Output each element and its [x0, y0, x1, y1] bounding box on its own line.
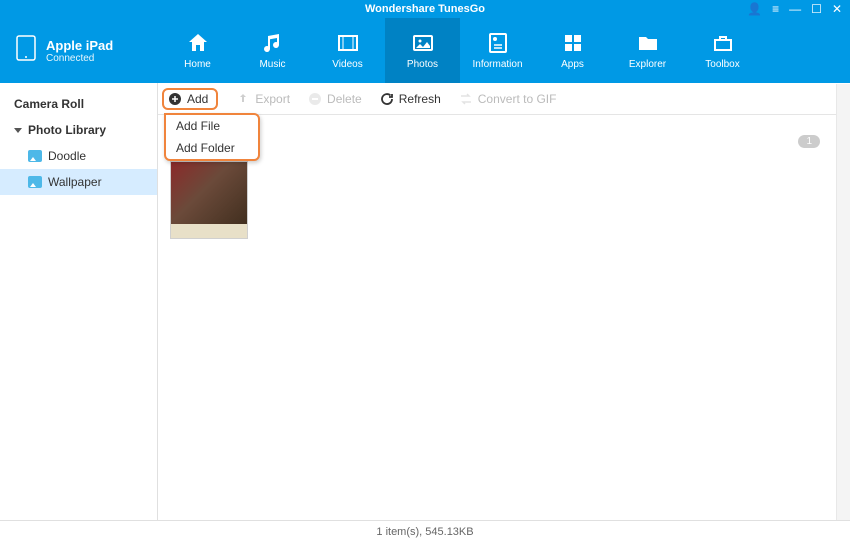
album-icon: [28, 150, 42, 162]
close-button[interactable]: ✕: [832, 2, 842, 16]
photo-thumbnail[interactable]: [170, 161, 248, 239]
photos-icon: [411, 31, 435, 55]
photo-canvas: 1: [158, 115, 850, 520]
status-text: 1 item(s), 545.13KB: [376, 526, 473, 538]
nav-music[interactable]: Music: [235, 18, 310, 83]
add-folder-item[interactable]: Add Folder: [166, 137, 258, 159]
sidebar-camera-roll[interactable]: Camera Roll: [0, 91, 157, 117]
toolbox-icon: [711, 31, 735, 55]
export-button[interactable]: Export: [236, 92, 290, 106]
convert-button[interactable]: Convert to GIF: [459, 92, 557, 106]
delete-icon: [308, 92, 322, 106]
convert-icon: [459, 92, 473, 106]
apps-icon: [561, 31, 585, 55]
toolbar: Add Export Delete Refresh Convert to GIF: [158, 83, 850, 115]
thumb-caption: [171, 224, 247, 238]
device-name: Apple iPad: [46, 38, 113, 53]
refresh-button[interactable]: Refresh: [380, 92, 441, 106]
add-button[interactable]: Add: [162, 88, 218, 110]
nav-videos[interactable]: Videos: [310, 18, 385, 83]
device-status: Connected: [46, 53, 113, 64]
music-icon: [261, 31, 285, 55]
nav: Home Music Videos Photos Information App…: [160, 18, 850, 83]
device-info[interactable]: Apple iPad Connected: [0, 18, 160, 83]
scrollbar[interactable]: [836, 84, 850, 520]
maximize-button[interactable]: ☐: [811, 2, 822, 16]
album-icon: [28, 176, 42, 188]
explorer-icon: [636, 31, 660, 55]
statusbar: 1 item(s), 545.13KB: [0, 520, 850, 542]
app-title: Wondershare TunesGo: [365, 3, 485, 15]
delete-button[interactable]: Delete: [308, 92, 362, 106]
main: Camera Roll Photo Library Doodle Wallpap…: [0, 83, 850, 520]
count-badge: 1: [798, 135, 820, 148]
information-icon: [486, 31, 510, 55]
nav-explorer[interactable]: Explorer: [610, 18, 685, 83]
nav-photos[interactable]: Photos: [385, 18, 460, 83]
sidebar-item-doodle[interactable]: Doodle: [0, 143, 157, 169]
titlebar: Wondershare TunesGo 👤 ≡ — ☐ ✕: [0, 0, 850, 18]
home-icon: [186, 31, 210, 55]
plus-icon: [168, 92, 182, 106]
minimize-button[interactable]: —: [789, 2, 801, 16]
add-file-item[interactable]: Add File: [166, 115, 258, 137]
sidebar-photo-library[interactable]: Photo Library: [0, 117, 157, 143]
chevron-down-icon: [14, 128, 22, 133]
user-icon[interactable]: 👤: [747, 2, 762, 16]
sidebar: Camera Roll Photo Library Doodle Wallpap…: [0, 83, 158, 520]
nav-home[interactable]: Home: [160, 18, 235, 83]
export-icon: [236, 92, 250, 106]
nav-toolbox[interactable]: Toolbox: [685, 18, 760, 83]
menu-icon[interactable]: ≡: [772, 2, 779, 16]
ipad-icon: [16, 35, 36, 66]
nav-apps[interactable]: Apps: [535, 18, 610, 83]
content: Add Export Delete Refresh Convert to GIF…: [158, 83, 850, 520]
header: Apple iPad Connected Home Music Videos P…: [0, 18, 850, 83]
window-controls: 👤 ≡ — ☐ ✕: [747, 2, 842, 16]
refresh-icon: [380, 92, 394, 106]
nav-information[interactable]: Information: [460, 18, 535, 83]
videos-icon: [336, 31, 360, 55]
sidebar-item-wallpaper[interactable]: Wallpaper: [0, 169, 157, 195]
add-dropdown: Add File Add Folder: [164, 113, 260, 161]
